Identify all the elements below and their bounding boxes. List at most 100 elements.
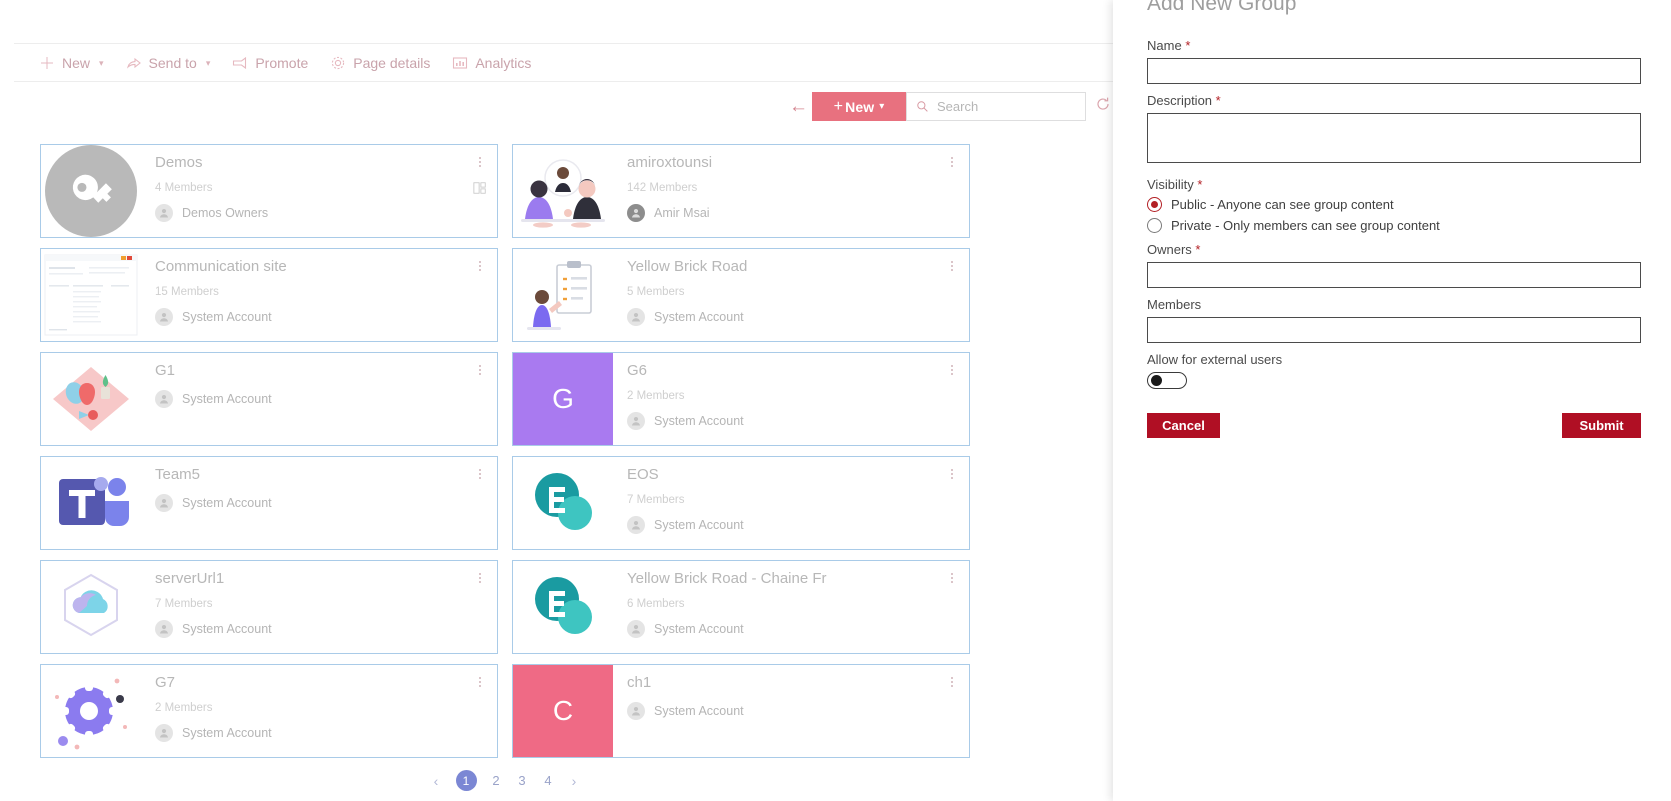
pagination-page-4[interactable]: 4 [542, 773, 555, 788]
group-card-body: amiroxtounsi 142 Members Amir Msai [613, 145, 969, 237]
plus-icon: + [833, 97, 844, 115]
refresh-icon[interactable] [1095, 96, 1111, 112]
description-label-text: Description [1147, 93, 1213, 108]
group-card[interactable]: EOS 7 Members System Account [512, 456, 970, 550]
group-members-count: 4 Members [155, 182, 213, 194]
group-card-body: G6 2 Members System Account [613, 353, 969, 445]
group-card[interactable]: G7 2 Members System Account [40, 664, 498, 758]
group-thumbnail [41, 665, 141, 757]
group-owner-name: System Account [182, 496, 272, 510]
pagination-prev[interactable]: ‹ [430, 773, 443, 789]
radio-private[interactable] [1147, 218, 1162, 233]
group-owner-name: System Account [654, 518, 744, 532]
group-overflow-menu[interactable] [474, 363, 486, 377]
group-initial: C [552, 695, 574, 726]
command-new[interactable]: New ▾ [28, 44, 115, 82]
back-arrow-icon[interactable]: ← [789, 97, 809, 116]
group-card-body: Yellow Brick Road - Chaine Fr 6 Members … [613, 561, 969, 653]
group-owner: System Account [155, 724, 485, 742]
group-title: Demos [155, 154, 203, 171]
group-title: G1 [155, 362, 176, 379]
group-card[interactable]: Team5 System Account [40, 456, 498, 550]
members-label: Members [1147, 297, 1202, 312]
group-card[interactable]: G G6 2 Members System Account [512, 352, 970, 446]
group-card[interactable]: G1 System Account [40, 352, 498, 446]
group-overflow-menu[interactable] [474, 155, 486, 169]
illustration-board [513, 249, 613, 341]
group-owner: System Account [627, 308, 957, 326]
top-strip [0, 0, 1113, 44]
command-send-to[interactable]: Send to ▾ [115, 44, 222, 82]
group-overflow-menu[interactable] [474, 675, 486, 689]
group-title: EOS [627, 466, 659, 483]
search-box[interactable]: Search [906, 92, 1086, 121]
pagination-page-1[interactable]: 1 [455, 770, 477, 791]
command-page-details[interactable]: Page details [319, 44, 441, 82]
group-members-count: 142 Members [627, 182, 698, 194]
new-group-button[interactable]: + New ▾ [812, 92, 906, 121]
group-card[interactable]: Demos 4 Members Demos Owners [40, 144, 498, 238]
grid-row: G7 2 Members System Account C ch1 System… [40, 664, 970, 758]
visibility-option-public[interactable]: Public - Anyone can see group content [1147, 197, 1641, 212]
command-promote[interactable]: Promote [221, 44, 319, 82]
command-page-details-label: Page details [353, 55, 431, 71]
add-new-group-panel: Add New Group Name * Description * Visib… [1113, 0, 1671, 801]
external-users-toggle[interactable] [1147, 372, 1187, 389]
group-owner: System Account [627, 516, 957, 534]
pagination-next[interactable]: › [568, 773, 581, 789]
radio-public[interactable] [1147, 197, 1162, 212]
grid-row: Communication site 15 Members System Acc… [40, 248, 970, 342]
pagination-page-2[interactable]: 2 [490, 773, 503, 788]
site-icon [473, 181, 487, 194]
group-card[interactable]: serverUrl1 7 Members System Account [40, 560, 498, 654]
group-overflow-menu[interactable] [474, 571, 486, 585]
command-analytics[interactable]: Analytics [441, 44, 542, 82]
group-overflow-menu[interactable] [946, 467, 958, 481]
avatar [155, 494, 173, 512]
avatar [627, 412, 645, 430]
group-overflow-menu[interactable] [946, 571, 958, 585]
group-title: serverUrl1 [155, 570, 225, 587]
avatar [155, 204, 173, 222]
group-card[interactable]: Yellow Brick Road - Chaine Fr 6 Members … [512, 560, 970, 654]
visibility-option-private[interactable]: Private - Only members can see group con… [1147, 218, 1641, 233]
pagination-page-3[interactable]: 3 [516, 773, 529, 788]
cancel-button[interactable]: Cancel [1147, 413, 1220, 438]
group-owner: System Account [155, 620, 485, 638]
promote-icon [232, 55, 248, 71]
submit-button[interactable]: Submit [1562, 413, 1641, 438]
group-card[interactable]: Yellow Brick Road 5 Members System Accou… [512, 248, 970, 342]
avatar [627, 308, 645, 326]
owners-input[interactable] [1147, 262, 1641, 288]
group-owner: System Account [155, 390, 485, 408]
group-overflow-menu[interactable] [946, 259, 958, 273]
name-input[interactable] [1147, 58, 1641, 84]
avatar [155, 308, 173, 326]
group-card-body: serverUrl1 7 Members System Account [141, 561, 497, 653]
group-thumbnail [513, 145, 613, 237]
group-members-count: 7 Members [627, 494, 685, 506]
group-owner: System Account [627, 620, 957, 638]
members-input[interactable] [1147, 317, 1641, 343]
avatar [627, 516, 645, 534]
group-card[interactable]: Communication site 15 Members System Acc… [40, 248, 498, 342]
group-members-count: 15 Members [155, 286, 219, 298]
group-overflow-menu[interactable] [474, 259, 486, 273]
group-overflow-menu[interactable] [946, 363, 958, 377]
group-overflow-menu[interactable] [946, 675, 958, 689]
group-card[interactable]: C ch1 System Account [512, 664, 970, 758]
group-overflow-menu[interactable] [474, 467, 486, 481]
group-overflow-menu[interactable] [946, 155, 958, 169]
chevron-down-icon: ▾ [205, 57, 211, 68]
group-owner-name: System Account [182, 622, 272, 636]
key-icon [45, 145, 137, 237]
description-textarea[interactable] [1147, 113, 1641, 163]
group-owner-name: System Account [654, 704, 744, 718]
avatar [155, 620, 173, 638]
illustration-diamond [41, 353, 141, 445]
page-root: New ▾ Send to ▾ Promote Page details Ana… [0, 0, 1671, 801]
group-thumbnail [41, 249, 141, 341]
group-thumbnail [513, 457, 613, 549]
group-card[interactable]: amiroxtounsi 142 Members Amir Msai [512, 144, 970, 238]
visibility-label: Visibility * [1147, 177, 1641, 192]
